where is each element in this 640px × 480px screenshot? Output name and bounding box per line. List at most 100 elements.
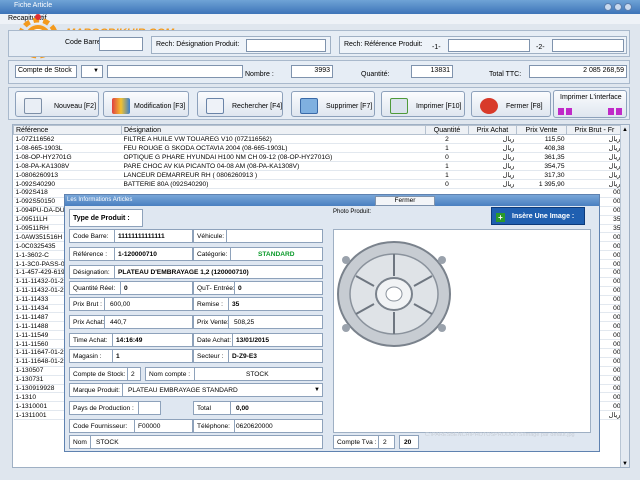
prix-brut-value[interactable]: 600,00 [110,301,130,308]
edit-icon [112,98,130,114]
nouveau-button[interactable]: Nouveau [F2] [15,91,99,117]
table-cell: ريال [468,134,517,144]
nav-prev-icon[interactable] [566,108,572,115]
table-row[interactable]: 1-092S40290 BATTERIE 80A (092S40290) 0 ريال… [13,179,623,189]
qte-entree-label: QuT- Entrée: [197,285,235,292]
table-cell: ريال [468,152,517,162]
table-cell: 0 [425,179,469,189]
table-row[interactable]: 1-07Z116562 FILTRE A HUILE VW TOUAREG V10… [13,134,623,144]
nav-next-icon[interactable] [608,108,614,115]
qte-entree-value[interactable]: 0 [238,285,242,292]
tva-field[interactable]: 20 [399,435,419,449]
scroll-up-icon[interactable]: ▲ [622,127,628,133]
col-reference[interactable]: Référence [13,125,122,135]
code-barre-search-input[interactable] [99,37,143,51]
tva-row: Compte Tva : 2 20 C:\PARESBENCH\PHOTOSPR… [333,432,591,449]
code-barre-label: Code Barre: [73,233,109,240]
scroll-down-icon[interactable]: ▼ [622,461,628,467]
compte-tva-label: Compte Tva : [337,439,377,446]
table-cell: 115,50 [516,134,567,144]
total-value[interactable]: 0,00 [236,405,249,412]
table-row[interactable]: 1-08-665-1903L FEU ROUGE G SKODA OCTAVIA … [13,143,623,153]
col-quantite[interactable]: Quantité [425,125,469,135]
telephone-value[interactable]: 0620620000 [236,423,273,430]
nom-value[interactable]: STOCK [96,439,119,446]
designation-search-input[interactable] [246,39,326,52]
date-achat-label: Date Achat: [197,337,232,344]
supprimer-button[interactable]: Supprimer [F7] [291,91,375,117]
table-cell: ريال [566,170,623,180]
dialog-fermer-button[interactable]: Fermer [375,196,435,206]
rechercher-button[interactable]: Rechercher [F4] [197,91,283,117]
marque-label: Marque Produit: [73,387,120,394]
magasin-label: Magasin : [73,353,102,360]
compte-stock-label: Compte de Stock [18,67,72,74]
nom-compte-value[interactable]: STOCK [246,371,269,378]
marque-value[interactable]: PLATEAU EMBRAYAGE STANDARD [128,387,238,394]
table-cell: 2 [425,134,469,144]
nav-last-icon[interactable] [616,108,622,115]
photo-label: Photo Produit: [333,209,372,215]
minimize-icon[interactable] [604,3,612,11]
marque-chevron-down-icon[interactable]: ▼ [314,387,320,393]
remise-value[interactable]: 35 [232,301,239,308]
printer-icon [390,98,408,114]
nav-first-icon[interactable] [558,108,564,115]
total-field: Total 0,00 [193,401,323,415]
total-ttc-value: 2 085 268,59 [529,65,627,78]
compte-stock-select[interactable]: ▼ [81,65,103,78]
nombre-label: Nombre : [245,71,274,78]
nom-field: Nom STOCK [69,435,323,449]
compte-stock-name-input[interactable] [107,65,243,78]
modification-button[interactable]: Modification [F3] [103,91,189,117]
reference-range-2-input[interactable] [552,39,624,52]
insert-image-button[interactable]: + Insère Une Image : [491,207,585,225]
qte-reel-value[interactable]: 0 [124,285,128,292]
fournisseur-value[interactable]: F00000 [138,423,160,430]
col-designation[interactable]: Désignation [121,125,426,135]
pays-label: Pays de Production : [73,405,134,412]
toolbar: Nouveau [F2] Modification [F3] Recherche… [8,87,630,120]
prix-achat-value[interactable]: 440,7 [110,319,127,326]
rechercher-label: Rechercher [F4] [232,103,283,110]
time-achat-value[interactable]: 14:16:49 [116,337,142,344]
reference-field: Référence : 1-120000710 [69,247,193,261]
reference-search-label: Rech: Référence Produit: [344,41,423,48]
stock-panel: Compte de Stock ▼ Nombre : 3993 Quantité… [8,60,630,84]
reference-value[interactable]: 1-120000710 [118,251,157,258]
date-achat-value[interactable]: 13/01/2015 [236,337,269,344]
col-prix-brut[interactable]: Prix Brut - Fr [566,125,623,135]
table-scrollbar[interactable]: ▲ ▼ [620,125,629,467]
supprimer-label: Supprimer [F7] [326,103,373,110]
range-2-label: -2- [536,44,545,51]
prix-vente-value[interactable]: 508,25 [234,319,254,326]
table-cell: ريال [566,143,623,153]
col-prix-vente[interactable]: Prix Vente [516,125,567,135]
table-cell: 1-0806260913 [13,170,122,180]
designation-search-label: Rech: Désignation Produit: [156,41,240,48]
type-produit-field: Type de Produit : [69,209,143,227]
compte-tva-value[interactable]: 2 [383,439,387,446]
quantite-value: 13831 [411,65,453,78]
delete-icon [300,98,318,114]
designation-value[interactable]: PLATEAU D'EMBRAYAGE 1,2 (120000710) [118,269,249,276]
categorie-value[interactable]: STANDARD [258,251,295,258]
table-row[interactable]: 1-0806260913 LANCEUR DEMARREUR RH ( 08062… [13,170,623,180]
compte-de-stock-value-box[interactable]: 2 [127,367,141,381]
compte-de-stock-value: 2 [131,371,135,378]
secteur-value[interactable]: D-Z9-E3 [232,353,257,360]
table-cell: 361,35 [516,152,567,162]
imprimer-button[interactable]: Imprimer [F10] [381,91,465,117]
vehicule-field: Véhicule: [193,229,323,243]
table-cell: 1-08-OP-HY2701G [13,152,122,162]
maximize-icon[interactable] [614,3,622,11]
close-icon[interactable] [624,3,632,11]
reference-range-1-input[interactable] [448,39,530,52]
table-row[interactable]: 1-08-OP-HY2701G OPTIQUE G PHARE HYUNDAI H… [13,152,623,162]
magasin-value[interactable]: 1 [116,353,120,360]
col-prix-achat[interactable]: Prix Achat [468,125,517,135]
code-barre-value[interactable]: 11111111111111 [118,233,165,240]
table-row[interactable]: 1-08-PA-KA1308V PARE CHOC AV KIA PICANTO … [13,161,623,171]
fermer-button[interactable]: Fermer [F8] [471,91,551,117]
imprimer-interface-button[interactable]: Imprimer L'interface [553,90,627,118]
